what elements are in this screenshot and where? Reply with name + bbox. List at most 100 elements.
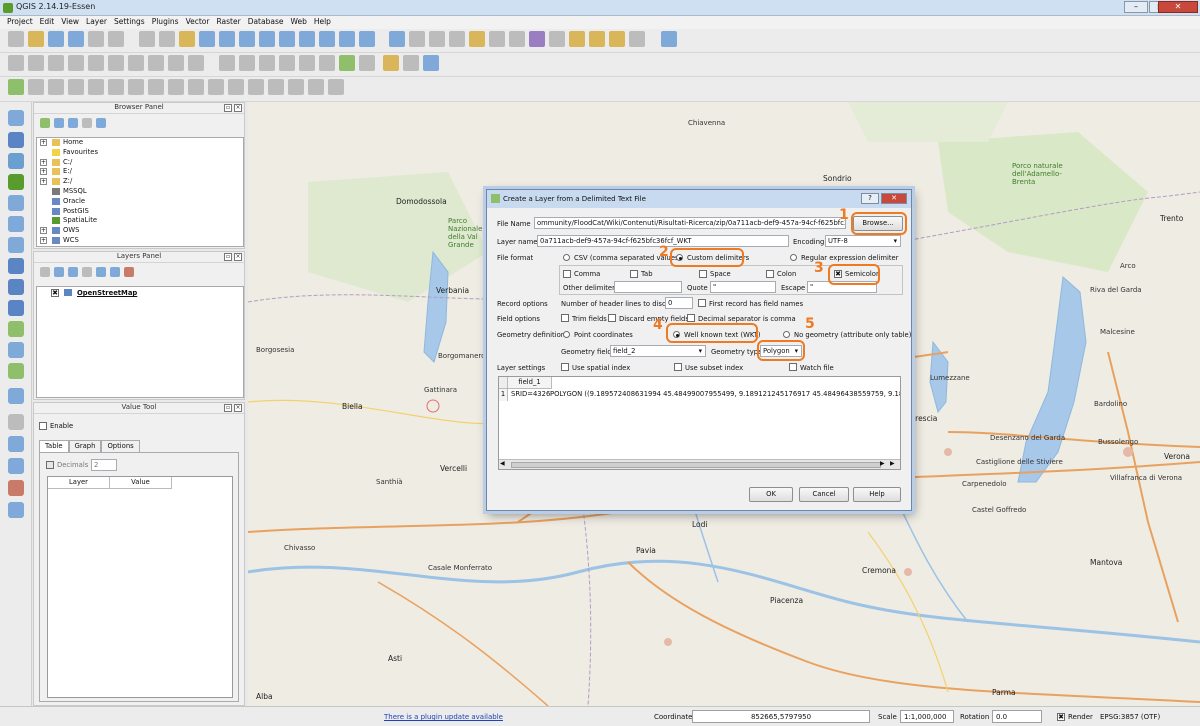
add-db2-layer-icon[interactable]: [8, 237, 24, 253]
browser-item-wcs[interactable]: + WCS: [37, 236, 243, 246]
enable-checkbox[interactable]: [39, 422, 47, 430]
add-part-icon[interactable]: [128, 79, 144, 95]
plugin-icon[interactable]: [402, 55, 419, 71]
add-group-icon[interactable]: [54, 267, 64, 277]
rotate-symbols-icon[interactable]: [328, 79, 344, 95]
histogram-stretch-icon[interactable]: [8, 480, 24, 496]
filter-legend-icon[interactable]: [68, 267, 78, 277]
menu-database[interactable]: Database: [245, 16, 288, 29]
plugin-update-link[interactable]: There is a plugin update available: [384, 713, 503, 721]
new-shapefile-icon[interactable]: [8, 363, 24, 379]
scroll-right-icon[interactable]: ▶: [880, 460, 885, 467]
delete-ring-icon[interactable]: [168, 79, 184, 95]
add-vector-layer-icon[interactable]: [8, 110, 24, 126]
browser-item-z-drive[interactable]: + Z:/: [37, 177, 243, 187]
add-raster-layer-icon[interactable]: [8, 132, 24, 148]
expand-all-icon[interactable]: [96, 267, 106, 277]
zoom-in-icon[interactable]: [198, 31, 215, 47]
watch-file-checkbox[interactable]: [789, 363, 797, 371]
select-expression-icon[interactable]: [449, 31, 466, 47]
label-move-icon[interactable]: [278, 55, 295, 71]
menu-web[interactable]: Web: [287, 16, 310, 29]
subset-index-checkbox[interactable]: [674, 363, 682, 371]
python-icon[interactable]: [382, 55, 399, 71]
render-checkbox[interactable]: ✖: [1057, 713, 1065, 721]
browser-item-mssql[interactable]: MSSQL: [37, 187, 243, 197]
close-panel-icon[interactable]: ×: [234, 404, 242, 412]
scrollbar-thumb[interactable]: [511, 462, 881, 468]
tab-table[interactable]: Table: [39, 440, 69, 452]
browser-item-ows[interactable]: + OWS: [37, 226, 243, 236]
add-spatialite-layer-icon[interactable]: [8, 174, 24, 190]
paste-features-icon[interactable]: [188, 55, 204, 71]
label-rotate-icon[interactable]: [298, 55, 315, 71]
refresh-icon[interactable]: [358, 31, 375, 47]
add-virtual-layer-icon[interactable]: [8, 342, 24, 358]
pan-to-selection-icon[interactable]: [178, 31, 195, 47]
add-gpx-icon[interactable]: [8, 436, 24, 452]
close-panel-icon[interactable]: ×: [234, 253, 242, 261]
column-header-layer[interactable]: Layer: [48, 477, 110, 489]
menu-settings[interactable]: Settings: [111, 16, 149, 29]
float-panel-icon[interactable]: ▫: [224, 104, 232, 112]
browser-item-c-drive[interactable]: + C:/: [37, 158, 243, 168]
add-wms-layer-icon[interactable]: [8, 258, 24, 274]
browser-item-e-drive[interactable]: + E:/: [37, 167, 243, 177]
float-panel-icon[interactable]: ▫: [224, 253, 232, 261]
toggle-editing-icon[interactable]: [28, 55, 44, 71]
first-record-checkbox[interactable]: [698, 299, 706, 307]
statistics-icon[interactable]: [529, 31, 546, 47]
close-panel-icon[interactable]: ×: [234, 104, 242, 112]
trim-fields-checkbox[interactable]: [561, 314, 569, 322]
column-header-field-1[interactable]: field_1: [508, 377, 552, 389]
dialog-help-icon[interactable]: ?: [861, 193, 879, 204]
format-regex-radio[interactable]: [790, 254, 797, 261]
menu-project[interactable]: Project: [4, 16, 37, 29]
help-button[interactable]: Help: [853, 487, 901, 502]
menu-plugins[interactable]: Plugins: [149, 16, 183, 29]
composer-manager-icon[interactable]: [108, 31, 124, 47]
node-tool-icon[interactable]: [108, 55, 124, 71]
save-edits-icon[interactable]: [48, 55, 64, 71]
pan-icon[interactable]: [138, 31, 155, 47]
add-delimited-text-icon[interactable]: [8, 321, 24, 337]
offset-curve-icon[interactable]: [228, 79, 244, 95]
coordinate-field[interactable]: 852665,5797950: [692, 710, 870, 723]
browser-item-oracle[interactable]: Oracle: [37, 197, 243, 207]
style-manager-icon[interactable]: [40, 267, 50, 277]
discard-empty-checkbox[interactable]: [608, 314, 616, 322]
new-bookmark-icon[interactable]: [589, 31, 606, 47]
filter-browser-icon[interactable]: [68, 118, 78, 128]
properties-icon[interactable]: [96, 118, 106, 128]
collapse-all-icon[interactable]: [82, 118, 92, 128]
browser-item-postgis[interactable]: PostGIS: [37, 207, 243, 217]
remove-layer-icon[interactable]: [124, 267, 134, 277]
label-tool-icon[interactable]: [218, 55, 235, 71]
identify-icon[interactable]: [389, 31, 406, 47]
quote-input[interactable]: ": [710, 281, 776, 293]
menu-layer[interactable]: Layer: [83, 16, 111, 29]
scale-combobox[interactable]: 1:1,000,000: [900, 710, 954, 723]
cancel-button[interactable]: Cancel: [799, 487, 849, 502]
scroll-left-icon[interactable]: ◀: [500, 460, 505, 467]
delim-colon-checkbox[interactable]: [766, 270, 774, 278]
merge-attributes-icon[interactable]: [308, 79, 324, 95]
format-csv-radio[interactable]: [563, 254, 570, 261]
close-window-button[interactable]: ✕: [1158, 1, 1198, 13]
attribute-table-icon[interactable]: [489, 31, 506, 47]
tab-graph[interactable]: Graph: [68, 440, 102, 452]
zoom-selection-icon[interactable]: [278, 31, 295, 47]
file-name-input[interactable]: ommunity/FloodCat/Wiki/Contenuti/Risulta…: [534, 217, 846, 229]
rotate-feature-icon[interactable]: [68, 79, 84, 95]
select-icon[interactable]: [429, 31, 446, 47]
menu-vector[interactable]: Vector: [183, 16, 214, 29]
measure-icon[interactable]: [549, 31, 566, 47]
zoom-layer-icon[interactable]: [298, 31, 315, 47]
delim-space-checkbox[interactable]: [699, 270, 707, 278]
label-pin-icon[interactable]: [238, 55, 255, 71]
zoom-pixel-icon[interactable]: [8, 458, 24, 474]
new-spatialite-layer-icon[interactable]: [8, 388, 24, 404]
zoom-out-icon[interactable]: [218, 31, 235, 47]
cut-features-icon[interactable]: [148, 55, 164, 71]
menu-edit[interactable]: Edit: [37, 16, 59, 29]
